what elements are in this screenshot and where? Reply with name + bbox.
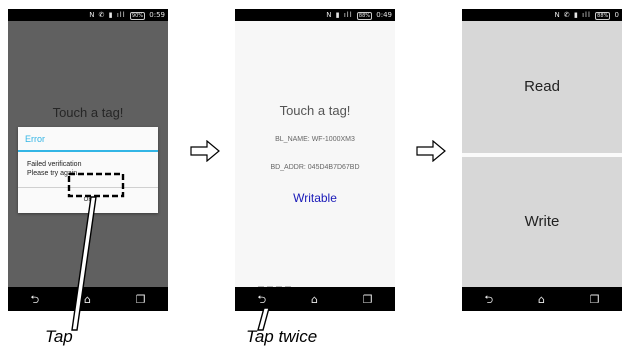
tap-twice-caption: Tap twice	[246, 327, 318, 346]
tap-pointer	[71, 196, 97, 331]
callout-overlay	[67, 172, 293, 331]
ok-highlight-box	[67, 172, 125, 198]
tap-caption: Tap	[45, 327, 73, 346]
back-highlight-box	[256, 286, 293, 310]
